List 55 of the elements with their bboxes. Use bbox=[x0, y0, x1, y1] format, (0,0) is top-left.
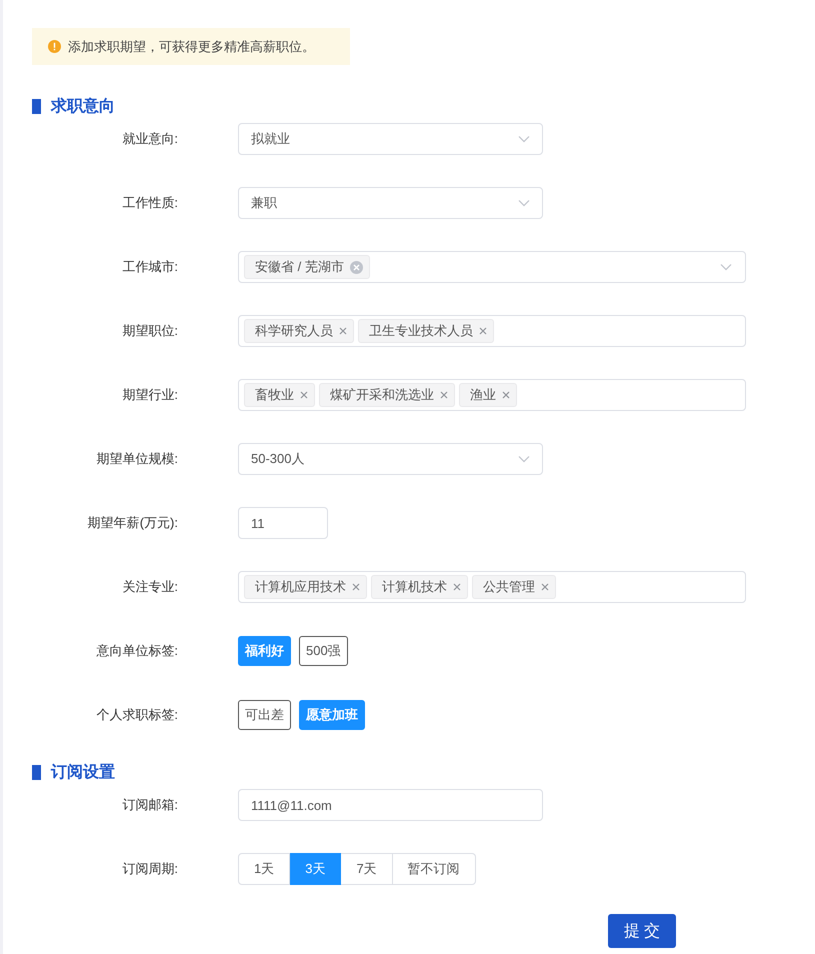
field-label: 意向单位标签: bbox=[95, 642, 178, 660]
close-icon[interactable] bbox=[339, 327, 347, 335]
chevron-down-icon bbox=[518, 199, 530, 207]
close-icon[interactable] bbox=[453, 583, 461, 591]
selected-tag: 卫生专业技术人员 bbox=[358, 319, 494, 343]
submit-button[interactable]: 提 交 bbox=[608, 914, 676, 948]
close-icon[interactable] bbox=[440, 391, 448, 399]
selected-tag: 畜牧业 bbox=[244, 383, 315, 407]
clear-icon[interactable] bbox=[350, 260, 363, 274]
tag-toggle[interactable]: 500强 bbox=[299, 636, 348, 666]
field-label: 期望职位: bbox=[121, 322, 178, 340]
selected-tag: 计算机技术 bbox=[371, 575, 468, 599]
close-icon[interactable] bbox=[502, 391, 510, 399]
select-field[interactable]: 拟就业 bbox=[238, 123, 543, 155]
selected-tag: 安徽省 / 芜湖市 bbox=[244, 255, 370, 279]
warning-icon bbox=[48, 40, 61, 53]
field-label: 关注专业: bbox=[121, 578, 178, 596]
chevron-down-icon bbox=[518, 135, 530, 143]
input-field[interactable]: 11 bbox=[238, 507, 328, 539]
multi-select-field[interactable]: 计算机应用技术 计算机技术 公共管理 bbox=[238, 571, 746, 603]
field-label: 期望单位规模: bbox=[95, 450, 178, 468]
section-marker bbox=[32, 764, 41, 780]
close-icon[interactable] bbox=[479, 327, 487, 335]
multi-select-field[interactable]: 畜牧业 煤矿开采和洗选业 渔业 bbox=[238, 379, 746, 411]
radio-button[interactable]: 1天 bbox=[238, 853, 290, 885]
chevron-down-icon bbox=[518, 455, 530, 463]
selected-tag: 煤矿开采和洗选业 bbox=[319, 383, 455, 407]
field-label: 工作性质: bbox=[121, 194, 178, 212]
close-icon[interactable] bbox=[352, 583, 360, 591]
selected-tag: 科学研究人员 bbox=[244, 319, 354, 343]
section-marker bbox=[32, 98, 41, 114]
multi-select-field[interactable]: 科学研究人员 卫生专业技术人员 bbox=[238, 315, 746, 347]
close-icon[interactable] bbox=[300, 391, 308, 399]
field-label: 订阅周期: bbox=[121, 860, 178, 878]
selected-tag: 计算机应用技术 bbox=[244, 575, 367, 599]
chevron-down-icon bbox=[720, 263, 732, 271]
section-title: 订阅设置 bbox=[51, 762, 115, 782]
field-label: 就业意向: bbox=[121, 130, 178, 148]
field-label: 期望年薪(万元): bbox=[86, 514, 178, 532]
selected-tag: 渔业 bbox=[459, 383, 517, 407]
field-label: 订阅邮箱: bbox=[121, 796, 178, 814]
field-label: 个人求职标签: bbox=[95, 706, 178, 724]
field-label: 工作城市: bbox=[121, 258, 178, 276]
field-label: 期望行业: bbox=[121, 386, 178, 404]
notice-text: 添加求职期望，可获得更多精准高薪职位。 bbox=[68, 38, 315, 56]
section-title: 求职意向 bbox=[51, 96, 115, 116]
close-icon[interactable] bbox=[541, 583, 549, 591]
select-field[interactable]: 兼职 bbox=[238, 187, 543, 219]
selected-tag: 公共管理 bbox=[472, 575, 556, 599]
select-field[interactable]: 50-300人 bbox=[238, 443, 543, 475]
radio-button[interactable]: 暂不订阅 bbox=[392, 853, 476, 885]
tag-toggle[interactable]: 可出差 bbox=[238, 700, 291, 730]
select-field[interactable]: 安徽省 / 芜湖市 bbox=[238, 251, 746, 283]
radio-button[interactable]: 7天 bbox=[341, 853, 393, 885]
email-field[interactable]: 1111@11.com bbox=[238, 789, 543, 821]
